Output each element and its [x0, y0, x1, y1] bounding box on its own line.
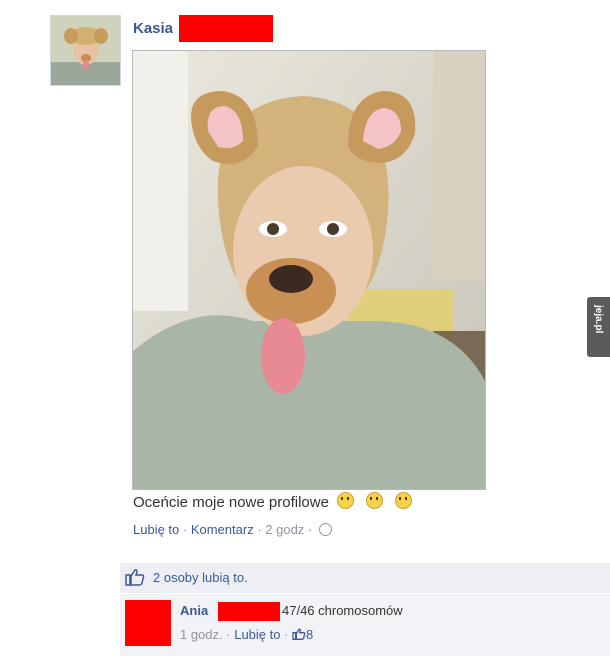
photo-image: [133, 51, 485, 489]
redaction-bar: [179, 15, 273, 42]
post-actions: Lubię to · Komentarz · 2 godz ·: [133, 522, 332, 537]
commenter-name[interactable]: Ania: [180, 603, 208, 618]
thumbs-up-icon: [292, 628, 306, 640]
comment-link[interactable]: Komentarz: [191, 522, 254, 537]
comment-meta: 1 godz. · Lubię to · 8: [180, 627, 313, 642]
comment-text: 47/46 chromosomów: [282, 603, 403, 618]
like-link[interactable]: Lubię to: [133, 522, 179, 537]
separator: ·: [253, 522, 266, 537]
comment-item: Ania 47/46 chromosomów 1 godz. · Lubię t…: [120, 594, 610, 656]
neutral-face-icon: [366, 492, 384, 509]
redaction-bar: [218, 602, 280, 621]
post-photo[interactable]: [132, 50, 486, 490]
commenter-avatar[interactable]: [125, 600, 171, 646]
jeja-watermark: jeja.pl: [587, 297, 610, 357]
post-timestamp[interactable]: 2 godz: [265, 522, 304, 537]
thumbs-up-icon: [125, 569, 145, 586]
happy-face-icon: [337, 492, 355, 509]
caption-text: Oceńcie moje nowe profilowe: [133, 494, 329, 511]
watermark-text: jeja.pl: [593, 305, 604, 334]
author-avatar[interactable]: [50, 15, 121, 86]
separator: ·: [179, 522, 191, 537]
separator: ·: [280, 627, 293, 642]
likes-count-text[interactable]: 2 osoby lubią to.: [153, 570, 248, 585]
tongue-face-icon: [395, 492, 413, 509]
post-caption: Oceńcie moje nowe profilowe: [133, 492, 413, 511]
separator: ·: [222, 627, 235, 642]
author-name[interactable]: Kasia: [133, 20, 173, 37]
globe-icon[interactable]: [318, 523, 332, 536]
comment-like-count[interactable]: 8: [306, 627, 313, 642]
comment-like-link[interactable]: Lubię to: [234, 627, 280, 642]
separator: ·: [304, 522, 316, 537]
likes-bar: 2 osoby lubią to.: [120, 563, 610, 593]
avatar-image: [51, 16, 120, 85]
comment-timestamp[interactable]: 1 godz.: [180, 627, 223, 642]
